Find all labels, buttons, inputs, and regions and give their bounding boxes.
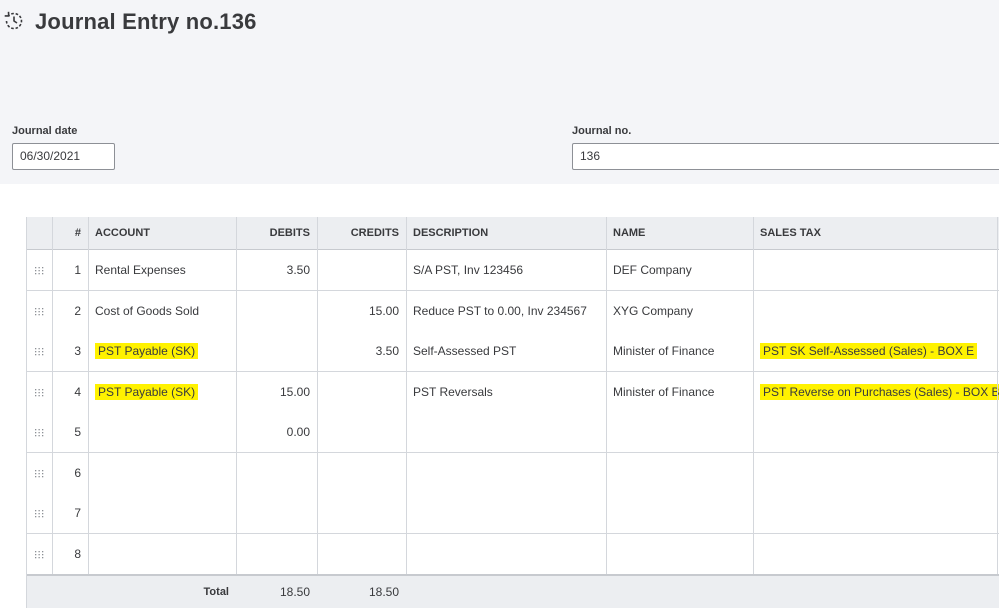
table-row[interactable]: 4 PST Payable (SK) 15.00 PST Reversals Minis… — [27, 371, 999, 413]
credits-total: 18.50 — [368, 585, 399, 599]
debit-cell[interactable]: 15.00 — [236, 372, 317, 412]
drag-handle-icon[interactable] — [34, 307, 44, 317]
table-row[interactable]: 5 0.00 — [27, 412, 999, 453]
debit-cell[interactable]: 3.50 — [236, 250, 317, 290]
debit-cell[interactable]: 0.00 — [236, 412, 317, 452]
line-number: 4 — [74, 384, 81, 399]
col-header-number: # — [74, 227, 81, 239]
name-cell[interactable] — [606, 493, 753, 533]
sales-tax-cell[interactable]: PST SK Self-Assessed (Sales) - BOX E — [753, 331, 999, 371]
drag-handle-icon[interactable] — [34, 550, 44, 560]
debits-total: 18.50 — [279, 585, 310, 599]
line-number: 7 — [74, 506, 81, 520]
account-cell[interactable] — [88, 493, 236, 533]
debit-cell[interactable] — [236, 493, 317, 533]
account-cell[interactable]: Cost of Goods Sold — [88, 291, 236, 331]
table-row[interactable]: 6 — [27, 452, 999, 494]
description-cell[interactable] — [406, 534, 606, 574]
table-footer: Total 18.50 18.50 — [27, 574, 999, 608]
col-header-account: ACCOUNT — [95, 227, 150, 239]
drag-handle-icon[interactable] — [34, 388, 44, 398]
col-header-description: DESCRIPTION — [413, 227, 489, 239]
description-cell[interactable]: S/A PST, Inv 123456 — [406, 250, 606, 290]
history-icon[interactable] — [2, 9, 26, 33]
name-cell[interactable] — [606, 412, 753, 452]
table-row[interactable]: 8 — [27, 533, 999, 575]
sales-tax-cell[interactable] — [753, 412, 999, 452]
credit-cell[interactable] — [317, 250, 406, 290]
total-label: Total — [203, 586, 229, 598]
account-cell[interactable] — [88, 412, 236, 452]
name-cell[interactable] — [606, 534, 753, 574]
col-header-credits: CREDITS — [350, 227, 399, 239]
journal-no-label: Journal no. — [572, 125, 632, 137]
credit-cell[interactable] — [317, 453, 406, 493]
name-cell[interactable] — [606, 453, 753, 493]
account-cell[interactable] — [88, 534, 236, 574]
name-cell[interactable]: DEF Company — [606, 250, 753, 290]
line-number: 1 — [74, 263, 81, 277]
line-number: 6 — [74, 465, 81, 480]
page-title: Journal Entry no.136 — [35, 9, 257, 34]
account-cell[interactable]: PST Payable (SK) — [88, 331, 236, 371]
debit-cell[interactable] — [236, 331, 317, 371]
account-cell[interactable] — [88, 453, 236, 493]
debit-cell[interactable] — [236, 534, 317, 574]
credit-cell[interactable]: 3.50 — [317, 331, 406, 371]
sales-tax-cell[interactable] — [753, 250, 999, 290]
account-cell[interactable]: Rental Expenses — [88, 250, 236, 290]
credit-cell[interactable] — [317, 534, 406, 574]
highlighted-text: PST Reverse on Purchases (Sales) - BOX B — [760, 383, 999, 400]
drag-handle-icon[interactable] — [34, 509, 44, 519]
page-header: Journal Entry no.136 Journal date 06/30/… — [0, 0, 999, 184]
sales-tax-cell[interactable]: PST Reverse on Purchases (Sales) - BOX B — [753, 372, 999, 412]
table-header: # ACCOUNT DEBITS CREDITS DESCRIPTION NAM… — [27, 217, 999, 250]
description-cell[interactable]: PST Reversals — [406, 372, 606, 412]
description-cell[interactable] — [406, 412, 606, 452]
drag-handle-icon[interactable] — [34, 469, 44, 479]
drag-handle-icon[interactable] — [34, 347, 44, 357]
name-cell[interactable]: Minister of Finance — [606, 331, 753, 371]
highlighted-text: PST Payable (SK) — [95, 383, 199, 400]
col-header-debits: DEBITS — [269, 227, 310, 239]
sales-tax-cell[interactable] — [753, 534, 999, 574]
name-cell[interactable]: Minister of Finance — [606, 372, 753, 412]
table-row[interactable]: 7 — [27, 493, 999, 534]
credit-cell[interactable]: 15.00 — [317, 291, 406, 331]
drag-handle-icon[interactable] — [34, 266, 44, 276]
account-cell[interactable]: PST Payable (SK) — [88, 372, 236, 412]
sales-tax-cell[interactable] — [753, 493, 999, 533]
credit-cell[interactable] — [317, 493, 406, 533]
journal-date-input[interactable]: 06/30/2021 — [12, 143, 115, 170]
col-header-sales-tax: SALES TAX — [760, 227, 821, 239]
journal-no-input[interactable]: 136 — [572, 143, 999, 170]
credit-cell[interactable] — [317, 372, 406, 412]
table-row[interactable]: 3 PST Payable (SK) 3.50 Self-Assessed PST Mi… — [27, 331, 999, 372]
line-number: 2 — [74, 303, 81, 318]
description-cell[interactable] — [406, 453, 606, 493]
description-cell[interactable]: Reduce PST to 0.00, Inv 234567 — [406, 291, 606, 331]
drag-handle-icon[interactable] — [34, 428, 44, 438]
line-number: 8 — [74, 546, 81, 561]
sales-tax-cell[interactable] — [753, 291, 999, 331]
credit-cell[interactable] — [317, 412, 406, 452]
highlighted-text: PST SK Self-Assessed (Sales) - BOX E — [760, 343, 978, 359]
debit-cell[interactable] — [236, 453, 317, 493]
table-row[interactable]: 2 Cost of Goods Sold 15.00 Reduce PST to 0.… — [27, 290, 999, 332]
journal-lines-table: # ACCOUNT DEBITS CREDITS DESCRIPTION NAM… — [26, 217, 999, 608]
col-header-name: NAME — [613, 227, 646, 239]
debit-cell[interactable] — [236, 291, 317, 331]
line-number: 5 — [74, 425, 81, 439]
description-cell[interactable]: Self-Assessed PST — [406, 331, 606, 371]
journal-date-label: Journal date — [12, 125, 78, 137]
sales-tax-cell[interactable] — [753, 453, 999, 493]
table-row[interactable]: 1 Rental Expenses 3.50 S/A PST, Inv 123456 D… — [27, 250, 999, 291]
line-number: 3 — [74, 344, 81, 358]
highlighted-text: PST Payable (SK) — [95, 343, 199, 359]
description-cell[interactable] — [406, 493, 606, 533]
name-cell[interactable]: XYG Company — [606, 291, 753, 331]
